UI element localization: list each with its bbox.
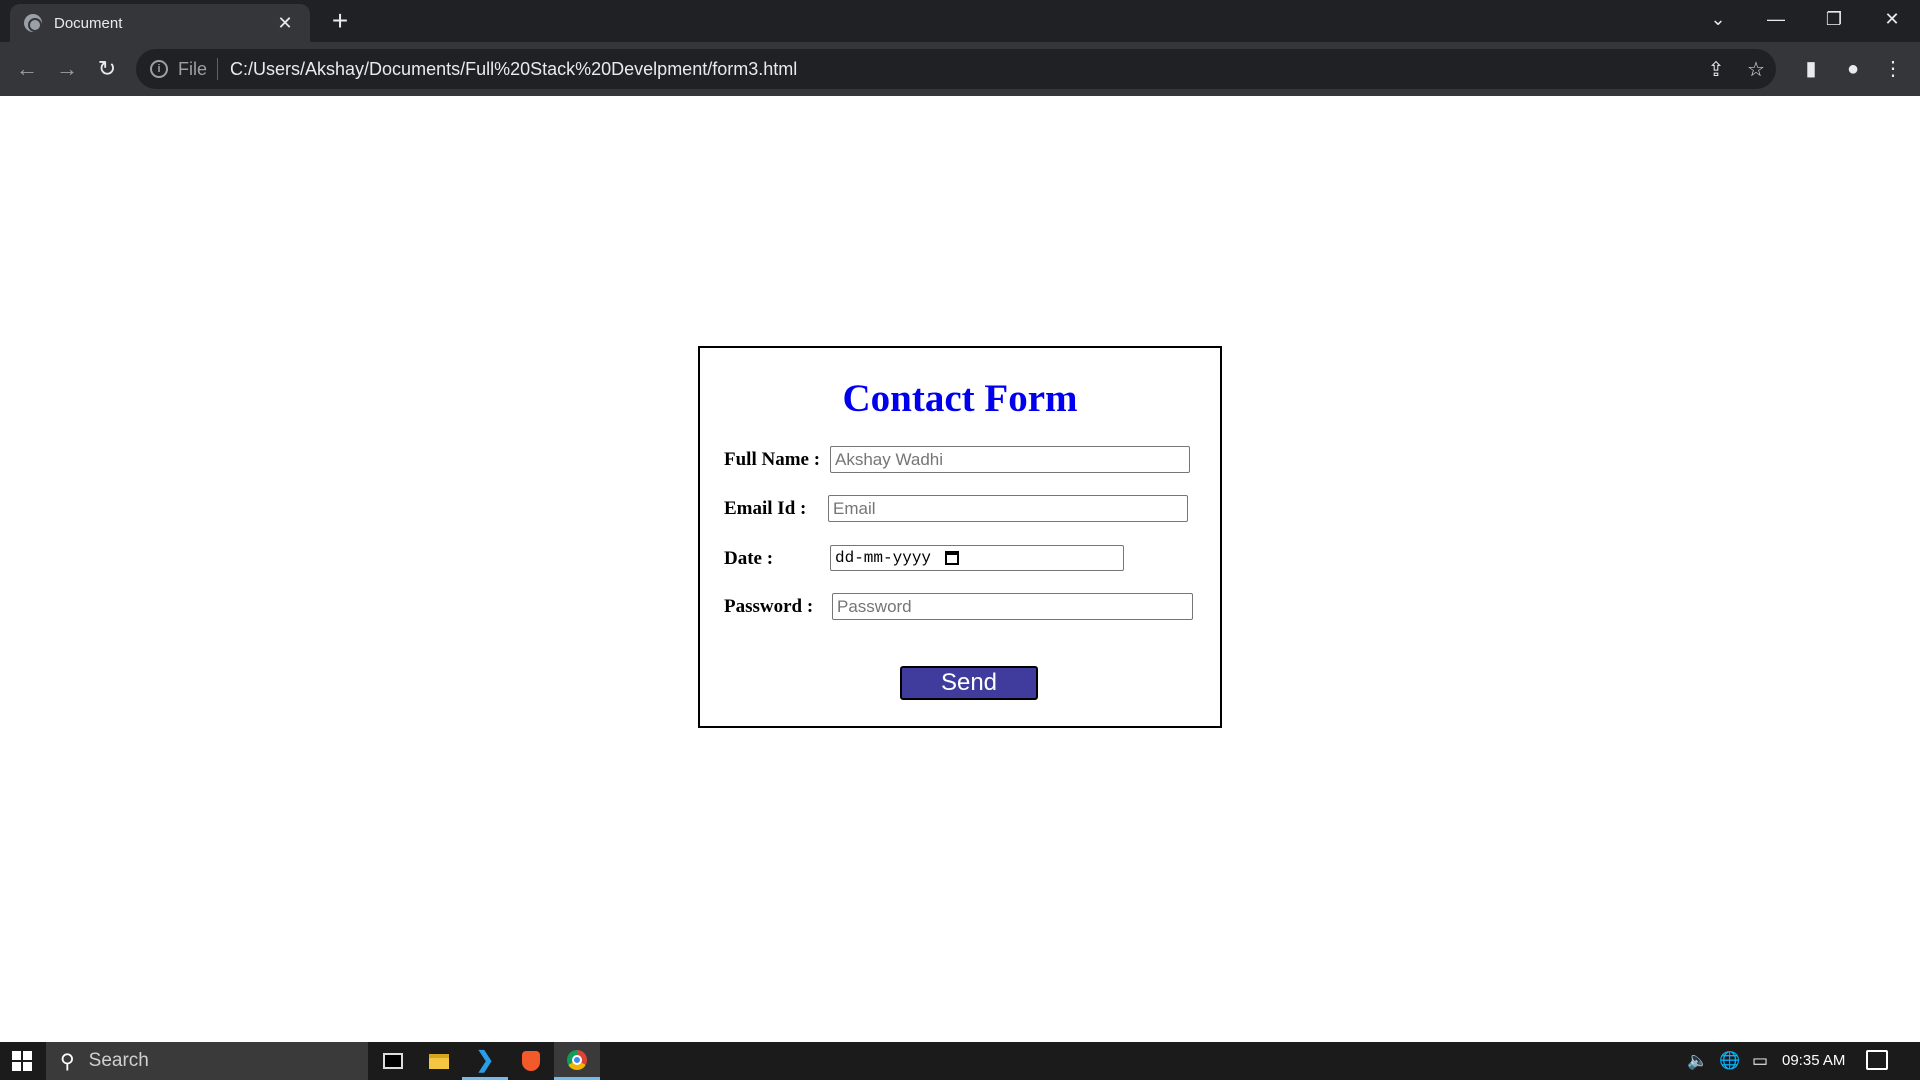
volume-icon[interactable]: 🔈 <box>1684 1042 1712 1080</box>
side-panel-icon[interactable]: ▮ <box>1794 52 1828 86</box>
restore-button[interactable]: ❐ <box>1806 0 1862 38</box>
profile-icon[interactable]: ● <box>1836 52 1870 86</box>
start-button[interactable] <box>0 1042 44 1080</box>
tab-search-button[interactable]: ⌄ <box>1690 0 1746 38</box>
windows-logo-icon <box>12 1051 32 1071</box>
taskbar-search[interactable]: ⚲ Search <box>46 1042 368 1080</box>
tab-document[interactable]: Document ✕ <box>10 4 310 42</box>
browser-toolbar: ← → ↻ i File C:/Users/Akshay/Documents/F… <box>0 42 1920 96</box>
form-title: Contact Form <box>842 377 1078 420</box>
taskbar: ⚲ Search ❯ 🔈 🌐 ▭ 09:35 AM <box>0 1042 1920 1080</box>
new-tab-button[interactable]: + <box>324 6 356 38</box>
date-label: Date : <box>724 548 774 569</box>
full-name-input[interactable]: Akshay Wadhi <box>830 446 1190 473</box>
terminal-icon <box>383 1053 403 1069</box>
url-text[interactable]: C:/Users/Akshay/Documents/Full%20Stack%2… <box>230 59 1696 80</box>
date-input[interactable]: dd-mm-yyyy <box>830 545 1124 571</box>
tab-strip: Document ✕ + ⌄ — ❐ ✕ <box>0 0 1920 42</box>
email-input[interactable]: Email <box>828 495 1188 522</box>
reload-button[interactable]: ↻ <box>90 52 124 86</box>
taskbar-brave[interactable] <box>508 1042 554 1080</box>
browser-chrome: Document ✕ + ⌄ — ❐ ✕ ← → ↻ i File C:/Use… <box>0 0 1920 96</box>
brave-icon <box>522 1051 540 1071</box>
password-label: Password : <box>724 596 814 617</box>
bookmark-star-icon[interactable]: ☆ <box>1736 57 1776 82</box>
search-icon: ⚲ <box>60 1050 75 1073</box>
close-window-button[interactable]: ✕ <box>1864 0 1920 38</box>
notification-icon[interactable] <box>1866 1050 1888 1070</box>
password-input[interactable]: Password <box>832 593 1193 620</box>
vscode-icon: ❯ <box>475 1046 495 1072</box>
send-button[interactable]: Send <box>900 666 1038 700</box>
chrome-icon <box>567 1049 587 1070</box>
email-label: Email Id : <box>724 498 807 519</box>
forward-button[interactable]: → <box>50 52 84 86</box>
tab-close-icon[interactable]: ✕ <box>274 13 296 34</box>
taskbar-file-explorer[interactable] <box>416 1042 462 1080</box>
info-icon[interactable]: i <box>150 60 168 78</box>
globe-icon <box>24 14 42 32</box>
network-icon[interactable]: 🌐 <box>1716 1042 1744 1080</box>
full-name-label: Full Name : <box>724 449 821 470</box>
minimize-button[interactable]: — <box>1748 0 1804 38</box>
taskbar-chrome[interactable] <box>554 1042 600 1080</box>
page-content: Contact Form Full Name : Akshay Wadhi Em… <box>0 96 1920 1042</box>
calendar-icon[interactable] <box>945 551 960 565</box>
taskbar-terminal[interactable] <box>370 1042 416 1080</box>
battery-icon[interactable]: ▭ <box>1746 1042 1774 1080</box>
date-placeholder: dd-mm-yyyy <box>835 548 932 567</box>
share-icon[interactable]: ⇪ <box>1696 57 1736 82</box>
menu-icon[interactable]: ⋮ <box>1876 52 1910 86</box>
folder-icon <box>429 1053 449 1069</box>
contact-form: Contact Form Full Name : Akshay Wadhi Em… <box>698 346 1222 728</box>
taskbar-vscode[interactable]: ❯ <box>462 1042 508 1080</box>
tab-title: Document <box>54 14 123 32</box>
search-label: Search <box>88 1050 149 1071</box>
address-bar[interactable]: i File C:/Users/Akshay/Documents/Full%20… <box>136 49 1776 89</box>
back-button[interactable]: ← <box>10 52 44 86</box>
taskbar-clock[interactable]: 09:35 AM <box>1782 1042 1845 1080</box>
scheme-label: File <box>178 58 219 80</box>
